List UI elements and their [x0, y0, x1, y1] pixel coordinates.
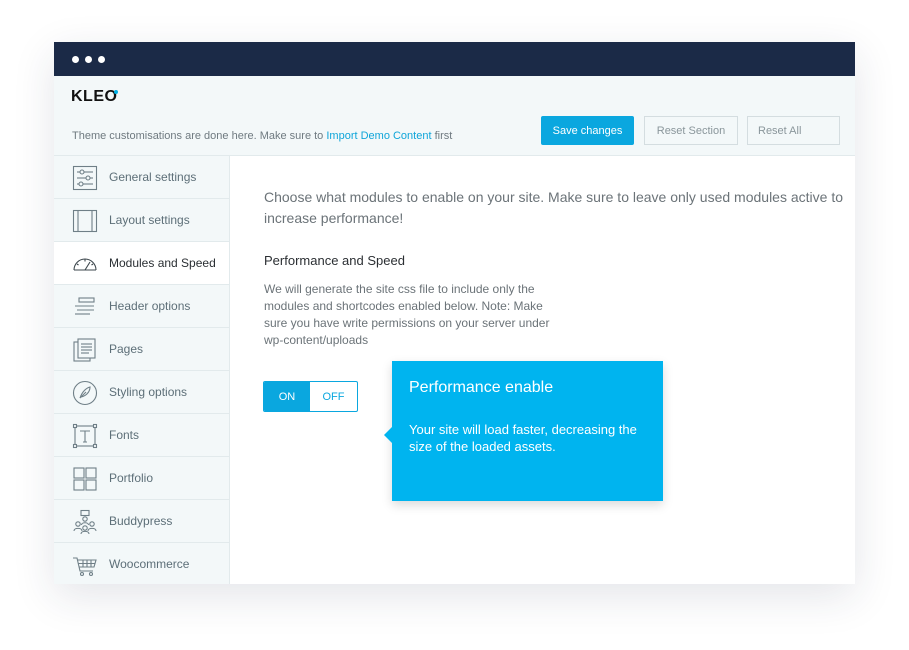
- settings-panel: Choose what modules to enable on your si…: [231, 156, 855, 584]
- window-controls: [72, 56, 105, 63]
- performance-toggle[interactable]: ON OFF: [263, 381, 358, 412]
- sidebar-item-label: Buddypress: [109, 514, 173, 528]
- sidebar-item-label: Modules and Speed: [109, 256, 216, 270]
- font-icon: [72, 423, 98, 449]
- toggle-off-option[interactable]: OFF: [310, 382, 357, 411]
- sliders-icon: [72, 165, 98, 191]
- sidebar-item-header-options[interactable]: Header options: [54, 285, 229, 328]
- people-icon: [72, 509, 98, 535]
- reset-all-button[interactable]: Reset All: [747, 116, 840, 145]
- cart-icon: [72, 552, 98, 578]
- window-dot-minimize[interactable]: [85, 56, 92, 63]
- app-window: KLEO Theme customisations are done here.…: [54, 42, 855, 584]
- sidebar-item-layout-settings[interactable]: Layout settings: [54, 199, 229, 242]
- window-dot-maximize[interactable]: [98, 56, 105, 63]
- tooltip-arrow: [384, 427, 392, 443]
- pages-icon: [72, 337, 98, 363]
- header-lines-icon: [72, 294, 98, 320]
- sidebar-item-label: Layout settings: [109, 213, 190, 227]
- window-titlebar: [54, 42, 855, 76]
- sidebar-item-general-settings[interactable]: General settings: [54, 156, 229, 199]
- sidebar-item-woocommerce[interactable]: Woocommerce: [54, 543, 229, 584]
- sidebar-item-label: General settings: [109, 170, 197, 184]
- subtitle-text-end: first: [431, 130, 453, 142]
- tooltip-title: Performance enable: [409, 379, 554, 396]
- feather-icon: [72, 380, 98, 406]
- sidebar-item-label: Woocommerce: [109, 557, 190, 571]
- sidebar-item-label: Styling options: [109, 385, 188, 399]
- sidebar-item-modules-and-speed[interactable]: Modules and Speed: [54, 242, 229, 285]
- save-changes-button[interactable]: Save changes: [541, 116, 634, 145]
- subtitle-text: Theme customisations are done here. Make…: [72, 130, 327, 142]
- sidebar-item-fonts[interactable]: Fonts: [54, 414, 229, 457]
- options-header: KLEO Theme customisations are done here.…: [54, 76, 855, 156]
- speedometer-icon: [72, 251, 98, 277]
- reset-section-button[interactable]: Reset Section: [644, 116, 738, 145]
- sidebar-item-label: Fonts: [109, 428, 140, 442]
- sidebar-item-label: Portfolio: [109, 471, 154, 485]
- tooltip-text: Your site will load faster, decreasing t…: [409, 422, 637, 454]
- section-title: Performance and Speed: [264, 253, 405, 268]
- sidebar-item-pages[interactable]: Pages: [54, 328, 229, 371]
- kleo-logo: KLEO: [71, 88, 118, 105]
- window-dot-close[interactable]: [72, 56, 79, 63]
- grid-icon: [72, 466, 98, 492]
- panel-intro-text: Choose what modules to enable on your si…: [264, 189, 843, 226]
- toggle-on-option[interactable]: ON: [264, 382, 310, 411]
- sidebar-item-label: Header options: [109, 299, 191, 313]
- logo-accent-dot: [114, 90, 118, 94]
- section-description: We will generate the site css file to in…: [264, 282, 550, 347]
- sidebar-item-portfolio[interactable]: Portfolio: [54, 457, 229, 500]
- settings-sidebar: General settings Layout settings Modules…: [54, 156, 230, 584]
- import-demo-link[interactable]: Import Demo Content: [326, 130, 431, 142]
- sidebar-item-styling-options[interactable]: Styling options: [54, 371, 229, 414]
- header-subtitle: Theme customisations are done here. Make…: [72, 130, 452, 142]
- sidebar-item-label: Pages: [109, 342, 144, 356]
- performance-tooltip: Performance enable Your site will load f…: [384, 361, 663, 501]
- layout-icon: [72, 208, 98, 234]
- sidebar-item-buddypress[interactable]: Buddypress: [54, 500, 229, 543]
